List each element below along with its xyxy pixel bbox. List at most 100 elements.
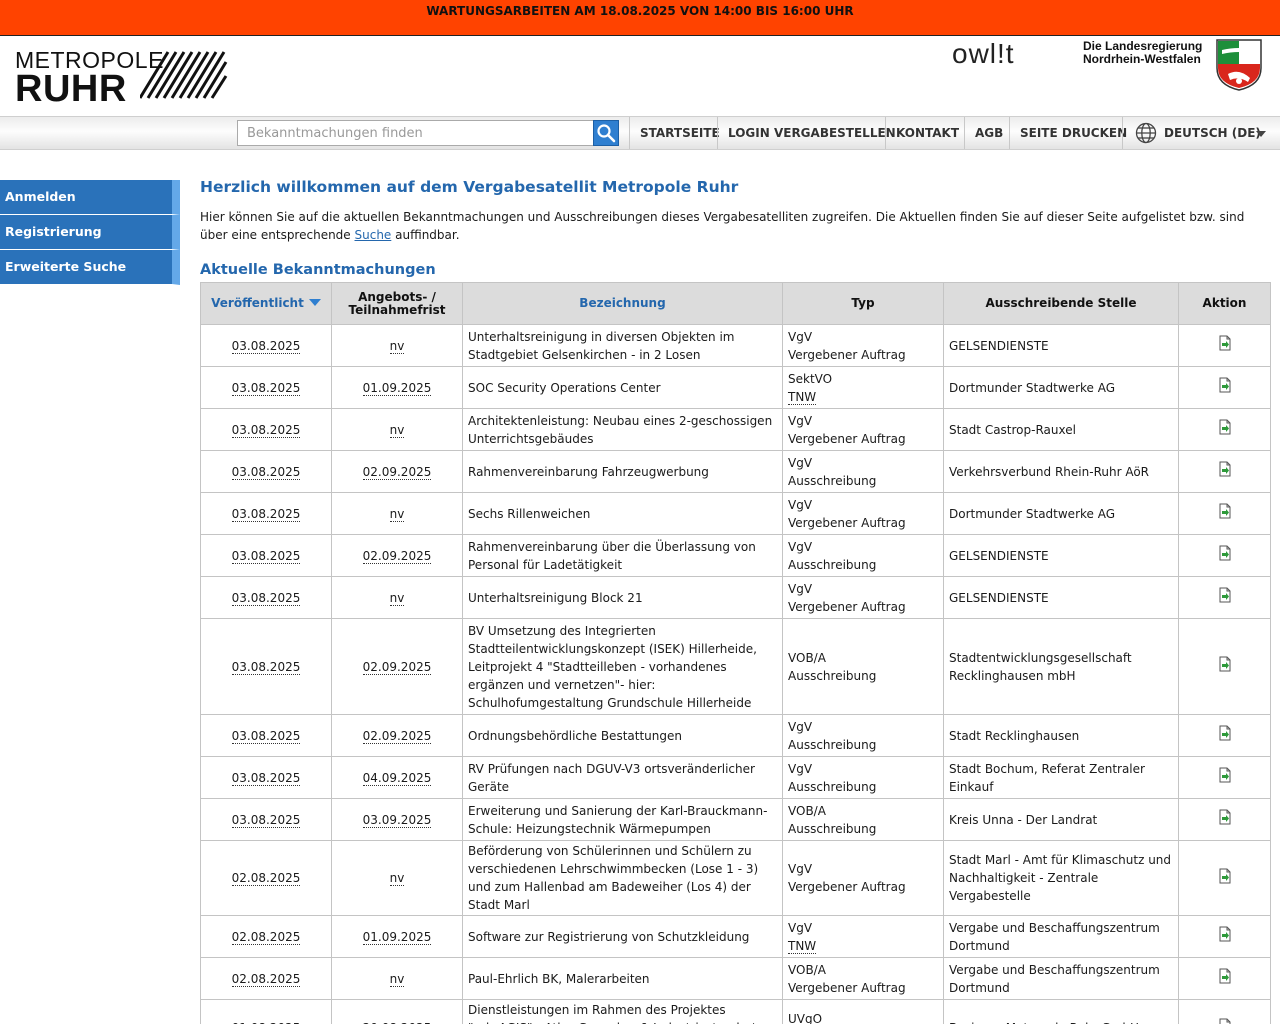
table-row[interactable]: 02.08.2025 nv Beförderung von Schülerinnen… [200,840,1271,916]
open-document-icon[interactable] [1217,1018,1233,1024]
open-document-icon[interactable] [1217,461,1233,482]
sidebar-item-anmelden[interactable]: Anmelden [0,180,180,215]
authority-name: Dortmunder Stadtwerke AG [949,380,1116,395]
cell-name[interactable]: SOC Security Operations Center [462,366,783,409]
deadline-date: 02.09.2025 [362,548,432,564]
cell-type: VgV TNW [782,915,944,958]
table-row[interactable]: 03.08.2025 02.09.2025 Ordnungsbehördliche … [200,714,1271,757]
table-row[interactable]: 03.08.2025 02.09.2025 Rahmenvereinbarung ü… [200,534,1271,577]
cell-name[interactable]: Unterhaltsreinigung in diversen Objekten… [462,324,783,367]
table-row[interactable]: 02.08.2025 nv Paul-Ehrlich BK, Malerarbeit… [200,957,1271,1000]
cell-name[interactable]: Dienstleistungen im Rahmen des Projektes… [462,999,783,1024]
cell-type: SektVO TNW [782,366,944,409]
cell-name[interactable]: Sechs Rillenweichen [462,492,783,535]
cell-name[interactable]: Rahmenvereinbarung Fahrzeugwerbung [462,450,783,493]
cell-name[interactable]: Beförderung von Schülerinnen und Schüler… [462,840,783,916]
table-row[interactable]: 03.08.2025 02.09.2025 BV Umsetzung des Int… [200,618,1271,715]
chevron-down-icon [1256,131,1266,137]
table-row[interactable]: 01.08.202520.08.2025Dienstleistungen im … [200,999,1271,1024]
header-veroeffentlicht[interactable]: Veröffentlicht [200,282,332,325]
deadline-date: nv [389,971,405,987]
cell-deadline: 01.09.2025 [331,915,463,958]
table-row[interactable]: 03.08.2025 nv Architektenleistung: Neubau … [200,408,1271,451]
header-bezeichnung[interactable]: Bezeichnung [462,282,783,325]
suche-link[interactable]: Suche [355,228,392,242]
cell-name[interactable]: BV Umsetzung des Integrierten Stadtteile… [462,618,783,715]
authority-name: Verkehrsverbund Rhein-Ruhr AöR [949,464,1149,479]
nav-login-vergabestellen[interactable]: LOGIN VERGABESTELLEN [717,117,906,149]
header-action-label: Aktion [1202,296,1247,310]
cell-type: VgV Ausschreibung [782,534,944,577]
cell-authority: Kreis Unna - Der Landrat [943,798,1179,841]
cell-action [1178,324,1271,367]
open-document-icon[interactable] [1217,545,1233,566]
cell-deadline: nv [331,408,463,451]
open-document-icon[interactable] [1217,377,1233,398]
procedure-type: SektVO [788,371,833,386]
cell-action [1178,576,1271,619]
cell-authority: Dortmunder Stadtwerke AG [943,366,1179,409]
open-document-icon[interactable] [1217,926,1233,947]
sidebar-item-registrierung[interactable]: Registrierung [0,215,180,250]
table-row[interactable]: 03.08.2025 02.09.2025 Rahmenvereinbarung F… [200,450,1271,493]
procedure-type: VgV [788,455,813,470]
cell-name[interactable]: Software zur Registrierung von Schutzkle… [462,915,783,958]
procedure-type: UVgO [788,1012,823,1024]
published-date: 02.08.2025 [231,871,301,886]
cell-type: VgV Ausschreibung [782,450,944,493]
cell-authority: Stadt Bochum, Referat Zentraler Einkauf [943,756,1179,799]
open-document-icon[interactable] [1217,656,1233,677]
nav-kontakt[interactable]: KONTAKT [885,117,969,149]
table-row[interactable]: 03.08.2025 nv Sechs Rillenweichen VgV Vergeb… [200,492,1271,535]
open-document-icon[interactable] [1217,767,1233,788]
table-row[interactable]: 03.08.2025 nv Unterhaltsreinigung Block 21… [200,576,1271,619]
open-document-icon[interactable] [1217,335,1233,356]
cell-action [1178,957,1271,1000]
table-row[interactable]: 03.08.2025 04.09.2025 RV Prüfungen nach DG… [200,756,1271,799]
procedure-type: VgV [788,862,813,876]
deadline-date: 02.09.2025 [362,464,432,480]
table-row[interactable]: 03.08.2025 nv Unterhaltsreinigung in diver… [200,324,1271,367]
cell-name[interactable]: RV Prüfungen nach DGUV-V3 ortsveränderli… [462,756,783,799]
authority-name: Kreis Unna - Der Landrat [949,812,1098,827]
nav-seite-drucken[interactable]: SEITE DRUCKEN [1009,117,1137,149]
open-document-icon[interactable] [1217,968,1233,989]
tender-name: SOC Security Operations Center [468,380,661,395]
open-document-icon[interactable] [1217,809,1233,830]
open-document-icon[interactable] [1217,868,1233,889]
cell-name[interactable]: Ordnungsbehördliche Bestattungen [462,714,783,757]
authority-name: Vergabe und Beschaffungszentrum Dortmund [949,962,1160,995]
header-deadline-line2: Teilnahmefrist [348,302,446,317]
open-document-icon[interactable] [1217,419,1233,440]
cell-name[interactable]: Unterhaltsreinigung Block 21 [462,576,783,619]
tender-name: Rahmenvereinbarung über die Überlassung … [468,539,756,572]
open-document-icon[interactable] [1217,503,1233,524]
cell-authority: Vergabe und Beschaffungszentrum Dortmund [943,957,1179,1000]
open-document-icon[interactable] [1217,725,1233,746]
tender-name: Software zur Registrierung von Schutzkle… [468,929,750,944]
sidebar-item-erweiterte-suche[interactable]: Erweiterte Suche [0,250,180,285]
cell-action [1178,756,1271,799]
open-document-icon[interactable] [1217,587,1233,608]
notice-type: Vergebener Auftrag [788,878,938,896]
page-title: Herzlich willkommen auf dem Vergabesatel… [200,178,739,196]
nrw-government-label: Die Landesregierung Nordrhein-Westfalen [1083,40,1202,66]
cell-name[interactable]: Paul-Ehrlich BK, Malerarbeiten [462,957,783,1000]
search-button[interactable] [593,120,619,146]
cell-name[interactable]: Erweiterung und Sanierung der Karl-Brauc… [462,798,783,841]
procedure-type: VgV [788,539,813,554]
cell-name[interactable]: Rahmenvereinbarung über die Überlassung … [462,534,783,577]
nav-startseite[interactable]: STARTSEITE [629,117,730,149]
cell-type: VOB/A Ausschreibung [782,618,944,715]
table-row[interactable]: 03.08.2025 03.09.2025 Erweiterung und Sani… [200,798,1271,841]
search-input[interactable] [237,120,594,146]
notice-type: TNW [788,937,938,955]
table-row[interactable]: 02.08.2025 01.09.2025 Software zur Registr… [200,915,1271,958]
procedure-type: VOB/A [788,803,826,818]
table-row[interactable]: 03.08.2025 01.09.2025 SOC Security Operati… [200,366,1271,409]
cell-authority: Stadt Recklinghausen [943,714,1179,757]
nav-agb[interactable]: AGB [964,117,1013,149]
gov-line2: Nordrhein-Westfalen [1083,52,1201,66]
published-date: 03.08.2025 [231,506,301,522]
cell-name[interactable]: Architektenleistung: Neubau eines 2-gesc… [462,408,783,451]
